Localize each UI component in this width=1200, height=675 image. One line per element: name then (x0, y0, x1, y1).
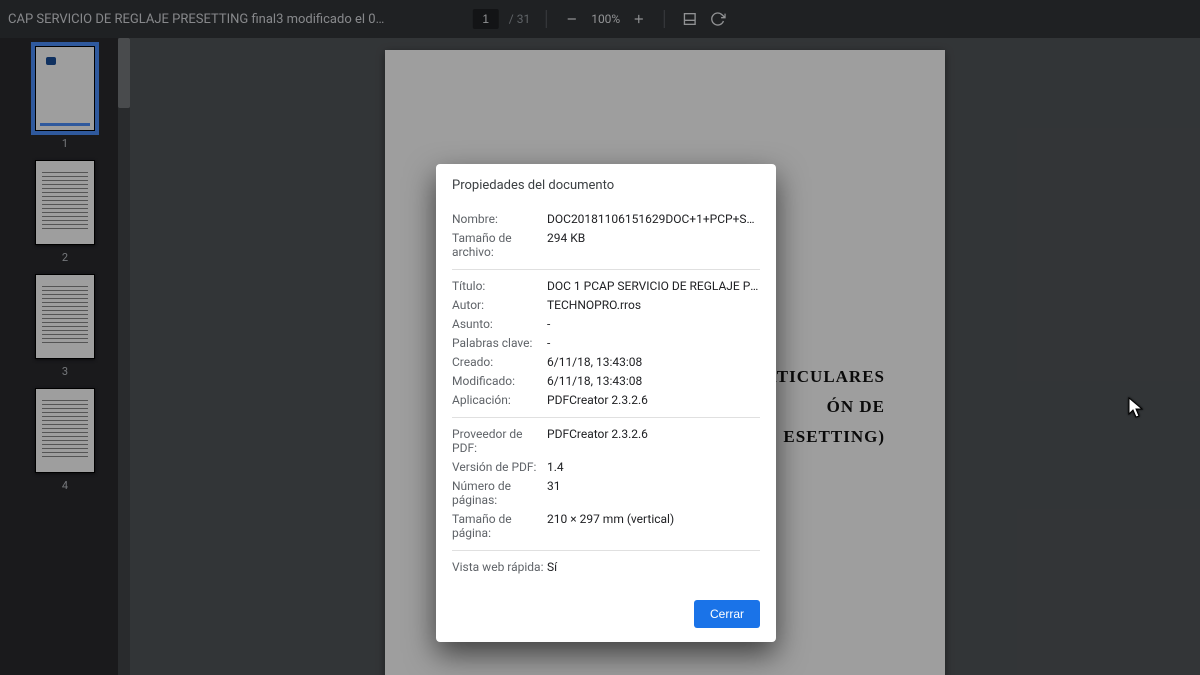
property-row: Vista web rápida:Sí (452, 557, 760, 576)
property-value: DOC20181106151629DOC+1+PCP+SERVICIO+RE..… (547, 212, 760, 226)
property-row: Asunto:- (452, 314, 760, 333)
property-group: Proveedor de PDF:PDFCreator 2.3.2.6 Vers… (452, 418, 760, 551)
property-label: Tamaño de página: (452, 512, 547, 540)
close-button[interactable]: Cerrar (694, 600, 760, 628)
property-row: Autor:TECHNOPRO.rros (452, 295, 760, 314)
property-value: 6/11/18, 13:43:08 (547, 355, 760, 369)
property-row: Versión de PDF:1.4 (452, 457, 760, 476)
dialog-body: Nombre:DOC20181106151629DOC+1+PCP+SERVIC… (436, 203, 776, 590)
property-row: Tamaño de archivo:294 KB (452, 228, 760, 261)
property-label: Vista web rápida: (452, 560, 547, 574)
property-row: Título:DOC 1 PCAP SERVICIO DE REGLAJE PR… (452, 276, 760, 295)
property-row: Nombre:DOC20181106151629DOC+1+PCP+SERVIC… (452, 209, 760, 228)
property-value: Sí (547, 560, 760, 574)
property-label: Nombre: (452, 212, 547, 226)
property-row: Modificado:6/11/18, 13:43:08 (452, 371, 760, 390)
property-label: Aplicación: (452, 393, 547, 407)
dialog-footer: Cerrar (436, 590, 776, 642)
property-value: 210 × 297 mm (vertical) (547, 512, 760, 540)
document-properties-dialog: Propiedades del documento Nombre:DOC2018… (436, 164, 776, 642)
property-label: Palabras clave: (452, 336, 547, 350)
property-row: Palabras clave:- (452, 333, 760, 352)
property-group: Título:DOC 1 PCAP SERVICIO DE REGLAJE PR… (452, 270, 760, 418)
property-row: Proveedor de PDF:PDFCreator 2.3.2.6 (452, 424, 760, 457)
property-value: TECHNOPRO.rros (547, 298, 760, 312)
property-row: Aplicación:PDFCreator 2.3.2.6 (452, 390, 760, 409)
property-label: Título: (452, 279, 547, 293)
dialog-title: Propiedades del documento (436, 164, 776, 203)
property-label: Tamaño de archivo: (452, 231, 547, 259)
property-label: Número de páginas: (452, 479, 547, 507)
property-label: Versión de PDF: (452, 460, 547, 474)
property-value: PDFCreator 2.3.2.6 (547, 427, 760, 455)
property-row: Número de páginas:31 (452, 476, 760, 509)
property-label: Creado: (452, 355, 547, 369)
property-value: DOC 1 PCAP SERVICIO DE REGLAJE PRESETTIN… (547, 279, 760, 293)
property-group: Vista web rápida:Sí (452, 551, 760, 584)
property-value: 1.4 (547, 460, 760, 474)
property-row: Tamaño de página:210 × 297 mm (vertical) (452, 509, 760, 542)
property-value: 31 (547, 479, 760, 507)
property-label: Autor: (452, 298, 547, 312)
property-value: 6/11/18, 13:43:08 (547, 374, 760, 388)
property-value: - (547, 336, 760, 350)
property-value: PDFCreator 2.3.2.6 (547, 393, 760, 407)
property-label: Modificado: (452, 374, 547, 388)
property-row: Creado:6/11/18, 13:43:08 (452, 352, 760, 371)
property-label: Asunto: (452, 317, 547, 331)
property-value: - (547, 317, 760, 331)
property-value: 294 KB (547, 231, 760, 259)
property-group: Nombre:DOC20181106151629DOC+1+PCP+SERVIC… (452, 203, 760, 270)
property-label: Proveedor de PDF: (452, 427, 547, 455)
